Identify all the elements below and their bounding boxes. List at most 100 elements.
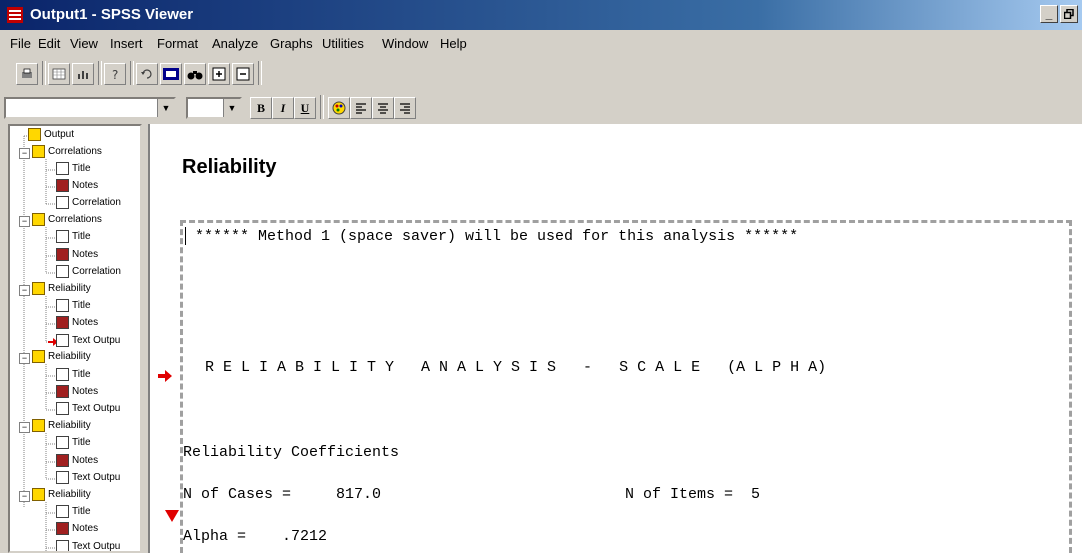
tree-item-title[interactable]: Title (56, 436, 91, 453)
output-content-pane[interactable]: Reliability ****** Method 1 (space saver… (148, 124, 1082, 553)
print-icon[interactable] (16, 63, 38, 85)
menu-view[interactable]: View (70, 36, 98, 51)
undo-icon[interactable] (136, 63, 158, 85)
tree-item-notes[interactable]: Notes (56, 179, 98, 196)
hide-icon[interactable] (232, 63, 254, 85)
show-icon[interactable] (208, 63, 230, 85)
tree-item-notes[interactable]: Notes (56, 316, 98, 333)
menu-analyze[interactable]: Analyze (212, 36, 258, 51)
menu-edit[interactable]: Edit (38, 36, 60, 51)
menu-window[interactable]: Window (382, 36, 428, 51)
chevron-down-icon: ▼ (223, 99, 240, 117)
book-icon (32, 419, 45, 432)
tree-label: Notes (72, 386, 99, 398)
tree-item-text-output[interactable]: Text Outpu (56, 471, 120, 488)
tree-label: Notes (72, 455, 99, 467)
tree-label: Notes (72, 180, 99, 192)
tree-label: Title (72, 437, 91, 449)
align-center-icon[interactable] (372, 97, 394, 119)
collapse-icon[interactable]: − (19, 216, 30, 227)
tree-item-text-output[interactable]: Text Outpu (56, 540, 120, 551)
tree-item-title[interactable]: Title (56, 162, 91, 179)
standard-toolbar: ? (0, 57, 1082, 91)
notes-icon (56, 316, 69, 329)
align-left-icon[interactable] (350, 97, 372, 119)
tree-item-notes[interactable]: Notes (56, 248, 98, 265)
n-of-items-line: N of Items = 5 (625, 486, 761, 503)
tree-node-correlations[interactable]: Correlations (32, 145, 102, 162)
outline-pane[interactable]: Output − Correlations Title Notes Correl… (8, 124, 142, 553)
spss-app-icon (7, 7, 23, 23)
tree-label: Title (72, 300, 91, 312)
notes-icon (56, 179, 69, 192)
tree-item-notes[interactable]: Notes (56, 522, 98, 539)
toolbar-separator (320, 95, 324, 119)
tree-item-notes[interactable]: Notes (56, 454, 98, 471)
tree-node-reliability[interactable]: Reliability (32, 350, 91, 367)
tree-label: Title (72, 369, 91, 381)
font-name-dropdown[interactable]: ▼ (4, 97, 176, 119)
tree-node-correlations[interactable]: Correlations (32, 213, 102, 230)
book-icon (32, 145, 45, 158)
svg-text:?: ? (112, 68, 118, 81)
selection-arrow-icon (158, 370, 172, 382)
tree-item-correlation[interactable]: Correlation (56, 265, 121, 282)
restore-button[interactable] (1060, 5, 1078, 23)
book-icon (32, 282, 45, 295)
tree-item-title[interactable]: Title (56, 505, 91, 522)
goto-data-icon[interactable] (160, 63, 182, 85)
window-title: Output1 - SPSS Viewer (30, 6, 194, 23)
text-output-box[interactable]: ****** Method 1 (space saver) will be us… (180, 220, 1072, 553)
analysis-title-line: R E L I A B I L I T Y A N A L Y S I S - … (205, 359, 827, 376)
help-icon[interactable]: ? (104, 63, 126, 85)
bold-button[interactable]: B (250, 97, 272, 119)
alpha-line: Alpha = .7212 (183, 528, 328, 545)
collapse-icon[interactable]: − (19, 491, 30, 502)
tree-node-reliability[interactable]: Reliability (32, 282, 91, 299)
format-toolbar: ▼ ▼ B I U (0, 91, 1082, 123)
chart-icon[interactable] (72, 63, 94, 85)
underline-button[interactable]: U (294, 97, 316, 119)
notes-icon (56, 522, 69, 535)
collapse-icon[interactable]: − (19, 285, 30, 296)
color-palette-icon[interactable] (328, 97, 350, 119)
tree-label: Title (72, 231, 91, 243)
collapse-icon[interactable]: − (19, 148, 30, 159)
tree-label: Reliability (48, 351, 91, 363)
tree-label: Reliability (48, 489, 91, 501)
tree-item-title[interactable]: Title (56, 230, 91, 247)
tree-label: Correlation (72, 197, 121, 209)
align-right-icon[interactable] (394, 97, 416, 119)
menu-insert[interactable]: Insert (110, 36, 143, 51)
find-icon[interactable] (184, 63, 206, 85)
book-icon (32, 488, 45, 501)
notes-icon (56, 248, 69, 261)
menu-help[interactable]: Help (440, 36, 467, 51)
notes-icon (56, 454, 69, 467)
font-size-dropdown[interactable]: ▼ (186, 97, 242, 119)
menu-format[interactable]: Format (157, 36, 198, 51)
table-icon (56, 265, 69, 278)
book-icon (32, 350, 45, 363)
tree-root[interactable]: Output (28, 128, 74, 145)
tree-label: Reliability (48, 420, 91, 432)
end-marker-icon (165, 510, 179, 522)
tree-item-title[interactable]: Title (56, 368, 91, 385)
minimize-button[interactable]: _ (1040, 5, 1058, 23)
tree-node-reliability[interactable]: Reliability (32, 488, 91, 505)
menu-graphs[interactable]: Graphs (270, 36, 313, 51)
tree-item-notes[interactable]: Notes (56, 385, 98, 402)
collapse-icon[interactable]: − (19, 353, 30, 364)
tree-item-correlation[interactable]: Correlation (56, 196, 121, 213)
tree-item-title[interactable]: Title (56, 299, 91, 316)
italic-button[interactable]: I (272, 97, 294, 119)
tree-node-reliability[interactable]: Reliability (32, 419, 91, 436)
data-editor-icon[interactable] (48, 63, 70, 85)
collapse-icon[interactable]: − (19, 422, 30, 433)
text-output-icon (56, 402, 69, 415)
tree-item-text-output[interactable]: Text Outpu (56, 334, 120, 351)
menu-file[interactable]: File (10, 36, 31, 51)
toolbar-separator (98, 61, 102, 85)
menu-utilities[interactable]: Utilities (322, 36, 364, 51)
tree-item-text-output[interactable]: Text Outpu (56, 402, 120, 419)
